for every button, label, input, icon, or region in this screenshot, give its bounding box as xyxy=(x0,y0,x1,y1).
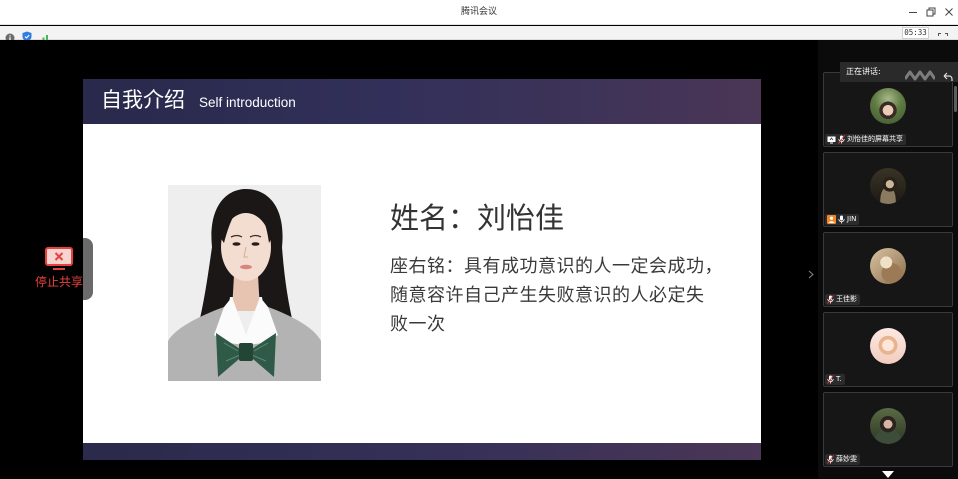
participant-tile[interactable]: 薛妙雯 xyxy=(823,392,953,467)
slide-subtitle: Self introduction xyxy=(199,95,296,110)
avatar xyxy=(870,328,906,364)
participant-name: JIN xyxy=(847,215,857,223)
meeting-timer: 05:33 xyxy=(902,27,929,39)
window-title: 腾讯会议 xyxy=(460,7,497,17)
chevron-right-icon[interactable] xyxy=(808,264,814,283)
avatar xyxy=(870,408,906,444)
active-speaker-header: 正在讲话: xyxy=(840,62,958,82)
mic-icon xyxy=(838,215,845,224)
title-bar: 腾讯会议 xyxy=(0,0,958,25)
participant-tile[interactable]: T. xyxy=(823,312,953,387)
participant-name: 王佳影 xyxy=(836,295,857,303)
slide-title: 自我介绍 xyxy=(101,88,185,112)
participant-label: 王佳影 xyxy=(825,294,860,305)
active-speaker-label: 正在讲话: xyxy=(846,67,881,76)
restore-icon[interactable] xyxy=(926,7,936,17)
screen-share-icon xyxy=(827,136,836,144)
close-icon[interactable] xyxy=(944,7,954,17)
motto-line: 座右铭：具有成功意识的人一定会成功， xyxy=(390,256,723,277)
mic-muted-icon xyxy=(827,455,834,464)
stop-share-icon xyxy=(45,247,73,275)
stop-share-label: 停止共享 xyxy=(35,275,84,289)
avatar xyxy=(870,168,906,204)
name-line: 姓名：刘怡佳 xyxy=(390,201,565,235)
participant-name: 薛妙雯 xyxy=(836,455,857,463)
shared-slide: 自我介绍 Self introduction 姓名：刘怡佳 座右铭：具有成功意识… xyxy=(83,79,761,460)
motto-text: 座右铭：具有成功意识的人一定会成功， 随意容许自己产生失败意识的人必定失 败一次 xyxy=(390,252,723,339)
participant-tile[interactable]: JIN xyxy=(823,152,953,227)
participant-label: 刘怡佳的屏幕共享 xyxy=(825,134,906,145)
panel-scrollbar[interactable] xyxy=(954,86,957,112)
stop-share-button[interactable]: 停止共享 xyxy=(32,244,90,294)
chevron-down-icon[interactable] xyxy=(882,471,894,478)
speaking-indicator-icon xyxy=(903,66,937,85)
participant-name: T. xyxy=(836,375,842,383)
participant-name: 刘怡佳的屏幕共享 xyxy=(847,135,903,143)
participant-label: JIN xyxy=(825,214,860,225)
slide-header: 自我介绍 Self introduction xyxy=(83,79,761,124)
motto-line: 败一次 xyxy=(390,314,446,335)
participant-tile[interactable]: 王佳影 xyxy=(823,232,953,307)
mic-muted-icon xyxy=(827,295,834,304)
profile-photo xyxy=(168,185,321,381)
avatar xyxy=(870,88,906,124)
participant-label: 薛妙雯 xyxy=(825,454,860,465)
status-bar: 05:33 xyxy=(0,26,958,43)
minimize-icon[interactable] xyxy=(908,7,918,17)
mic-muted-icon xyxy=(838,135,845,144)
participant-label: T. xyxy=(825,374,845,385)
host-person-icon xyxy=(827,215,836,224)
avatar xyxy=(870,248,906,284)
slide-footer xyxy=(83,443,761,460)
motto-line: 随意容许自己产生失败意识的人必定失 xyxy=(390,285,705,306)
mic-muted-icon xyxy=(827,375,834,384)
back-arrow-icon[interactable] xyxy=(943,67,953,86)
